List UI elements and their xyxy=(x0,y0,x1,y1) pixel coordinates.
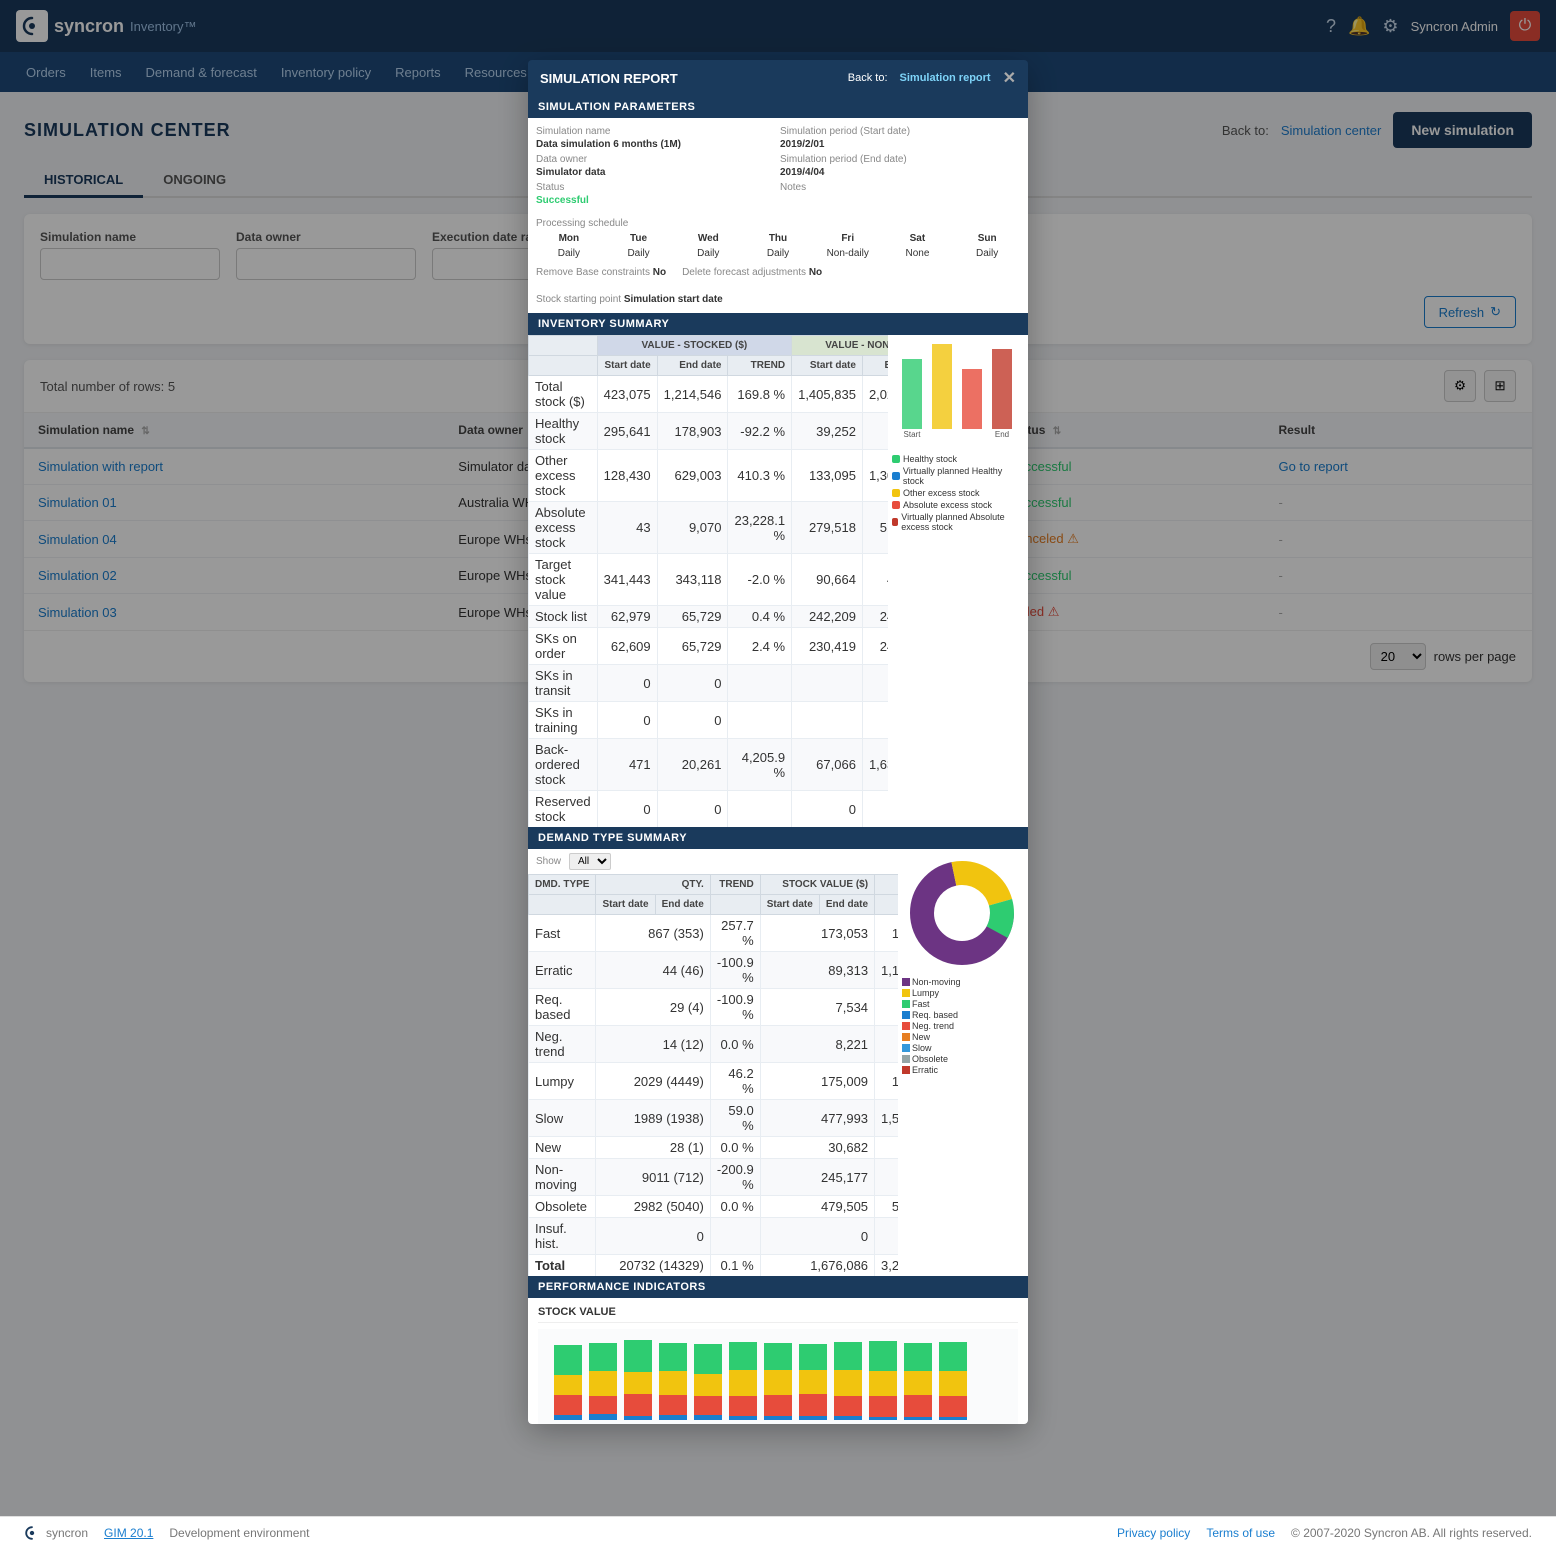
param-period-end-val: 2019/4/04 xyxy=(780,167,1020,178)
svg-text:Start: Start xyxy=(904,430,922,439)
setting-delete-adjustments: Delete forecast adjustments No xyxy=(682,267,822,278)
sched-sat: None xyxy=(885,248,951,259)
stock-value-chart: Healthy stock Other excess stock Absolut… xyxy=(538,1329,1018,1424)
inventory-legend: Healthy stock Virtually planned Healthy … xyxy=(892,454,1024,532)
day-wed: Wed xyxy=(675,233,741,244)
sim-params-title: SIMULATION PARAMETERS xyxy=(528,96,1028,118)
schedule-label: Processing schedule xyxy=(536,218,628,229)
demand-table: DMD. TYPE QTY. TREND STOCK VALUE ($) TRE… xyxy=(528,874,898,1276)
footer-brand: syncron xyxy=(46,1526,88,1540)
param-notes-label: Notes xyxy=(780,182,1020,193)
demand-content: Show All DMD. TYPE QTY. TREND STOCK VALU… xyxy=(528,849,1028,1276)
day-sun: Sun xyxy=(954,233,1020,244)
inventory-row: Target stock value 341,443343,118-2.0 % … xyxy=(529,554,889,606)
demand-section: DEMAND TYPE SUMMARY Show All DMD. TYPE Q… xyxy=(528,827,1028,1276)
inventory-title: INVENTORY SUMMARY xyxy=(528,313,1028,335)
perf-title: PERFORMANCE INDICATORS xyxy=(528,1276,1028,1298)
inventory-table: VALUE - STOCKED ($) VALUE - NON STOCKED … xyxy=(528,335,888,827)
day-thu: Thu xyxy=(745,233,811,244)
sim-params-section: SIMULATION PARAMETERS Simulation name Da… xyxy=(528,96,1028,313)
show-row: Show All xyxy=(528,849,898,874)
footer-env-link[interactable]: GIM 20.1 xyxy=(104,1526,153,1540)
report-back-link[interactable]: Simulation report xyxy=(900,72,991,84)
demand-row: Non-moving 9011 (712) -200.9 % 245,177 9… xyxy=(529,1159,899,1196)
sched-mon: Daily xyxy=(536,248,602,259)
demand-row: Neg. trend 14 (12) 0.0 % 8,221 0 0 xyxy=(529,1026,899,1063)
footer-copyright: © 2007-2020 Syncron AB. All rights reser… xyxy=(1291,1526,1532,1540)
param-period-end: Simulation period (End date) 2019/4/04 xyxy=(780,154,1020,178)
inventory-content: VALUE - STOCKED ($) VALUE - NON STOCKED … xyxy=(528,335,1028,827)
sched-fri: Non-daily xyxy=(815,248,881,259)
show-label: Show xyxy=(536,856,561,867)
footer-logo: syncron xyxy=(24,1525,88,1541)
param-status-label: Status xyxy=(536,182,776,193)
demand-show-select[interactable]: All xyxy=(569,853,611,870)
param-period-start-val: 2019/2/01 xyxy=(780,139,1020,150)
report-title: SIMULATION REPORT xyxy=(540,71,678,86)
demand-row: Obsolete 2982 (5040) 0.0 % 479,505 503,8… xyxy=(529,1196,899,1218)
param-sim-name-val: Data simulation 6 months (1M) xyxy=(536,139,776,150)
demand-row: Insuf. hist. 0 0 0 0 xyxy=(529,1218,899,1255)
param-data-owner-val: Simulator data xyxy=(536,167,776,178)
report-modal-header: SIMULATION REPORT Back to: Simulation re… xyxy=(528,60,1028,96)
report-modal-backdrop: SIMULATION REPORT Back to: Simulation re… xyxy=(0,0,1556,1516)
donut-legend: Non-moving Lumpy Fast Req. based Neg. tr… xyxy=(902,977,1024,1075)
param-data-owner: Data owner Simulator data xyxy=(536,154,776,178)
inventory-row: SKs on order 62,60965,7292.4 % 230,41924… xyxy=(529,628,889,665)
param-period-end-label: Simulation period (End date) xyxy=(780,154,1020,165)
param-sim-name: Simulation name Data simulation 6 months… xyxy=(536,126,776,150)
demand-donut-chart: Non-moving Lumpy Fast Req. based Neg. tr… xyxy=(898,849,1028,1276)
inventory-row: Back-ordered stock 47120,2614,205.9 % 67… xyxy=(529,739,889,791)
day-sat: Sat xyxy=(885,233,951,244)
demand-row: Erratic 44 (46) -100.9 % 89,313 1,144,24… xyxy=(529,952,899,989)
stock-value-title: STOCK VALUE xyxy=(538,1306,1018,1323)
param-sim-name-label: Simulation name xyxy=(536,126,776,137)
inventory-row: Absolute excess stock 439,07023,228.1 % … xyxy=(529,502,889,554)
settings-row: Remove Base constraints No Delete foreca… xyxy=(528,263,1028,313)
demand-row: Lumpy 2029 (4449) 46.2 % 175,009 139,052… xyxy=(529,1063,899,1100)
sched-sun: Daily xyxy=(954,248,1020,259)
close-report-button[interactable]: ✕ xyxy=(1003,68,1016,88)
inventory-row: Total stock ($) 423,0751,214,546169.8 % … xyxy=(529,376,889,413)
svg-text:End: End xyxy=(995,430,1009,439)
sched-tue: Daily xyxy=(606,248,672,259)
privacy-policy-link[interactable]: Privacy policy xyxy=(1117,1526,1190,1540)
inventory-row: Other excess stock 128,430629,003410.3 %… xyxy=(529,450,889,502)
footer-links: Privacy policy Terms of use © 2007-2020 … xyxy=(1117,1526,1532,1540)
param-status-val: Successful xyxy=(536,195,776,206)
param-data-owner-label: Data owner xyxy=(536,154,776,165)
inventory-row: Healthy stock 295,641178,903-92.2 % 39,2… xyxy=(529,413,889,450)
setting-remove-constraints: Remove Base constraints No xyxy=(536,267,666,278)
demand-title: DEMAND TYPE SUMMARY xyxy=(528,827,1028,849)
setting-stock-starting: Stock starting point Simulation start da… xyxy=(536,294,723,305)
inventory-row: Reserved stock 00 00 xyxy=(529,791,889,828)
param-period-start-label: Simulation period (Start date) xyxy=(780,126,1020,137)
day-fri: Fri xyxy=(815,233,881,244)
footer-env-desc: Development environment xyxy=(169,1526,309,1540)
demand-row: Fast 867 (353) 257.7 % 173,053 134,234 9… xyxy=(529,915,899,952)
inventory-row: SKs in training 00 xyxy=(529,702,889,739)
sched-wed: Daily xyxy=(675,248,741,259)
param-status: Status Successful xyxy=(536,182,776,206)
inventory-row: SKs in transit 00 xyxy=(529,665,889,702)
demand-row: Total 20732 (14329) 0.1 % 1,676,086 3,21… xyxy=(529,1255,899,1277)
stock-value-section: STOCK VALUE xyxy=(528,1298,1028,1424)
terms-of-use-link[interactable]: Terms of use xyxy=(1206,1526,1275,1540)
demand-row: Req. based 29 (4) -100.9 % 7,534 0 0 xyxy=(529,989,899,1026)
inventory-row: Stock list 62,97965,7290.4 % 242,209247,… xyxy=(529,606,889,628)
report-modal: SIMULATION REPORT Back to: Simulation re… xyxy=(528,60,1028,1424)
param-notes: Notes xyxy=(780,182,1020,206)
inventory-chart: Start End Healthy stock Virtually planne… xyxy=(888,335,1028,827)
footer: syncron GIM 20.1 Development environment… xyxy=(0,1516,1556,1549)
inventory-section: INVENTORY SUMMARY VALUE - STOCKED ($) VA… xyxy=(528,313,1028,827)
demand-row: New 28 (1) 0.0 % 30,682 0 0 xyxy=(529,1137,899,1159)
day-mon: Mon xyxy=(536,233,602,244)
day-tue: Tue xyxy=(606,233,672,244)
param-period-start: Simulation period (Start date) 2019/2/01 xyxy=(780,126,1020,150)
schedule-row: Processing schedule Mon Tue Wed Thu Fri … xyxy=(528,214,1028,263)
demand-row: Slow 1989 (1938) 59.0 % 477,993 1,527,87… xyxy=(529,1100,899,1137)
perf-section: PERFORMANCE INDICATORS STOCK VALUE xyxy=(528,1276,1028,1424)
sched-thu: Daily xyxy=(745,248,811,259)
